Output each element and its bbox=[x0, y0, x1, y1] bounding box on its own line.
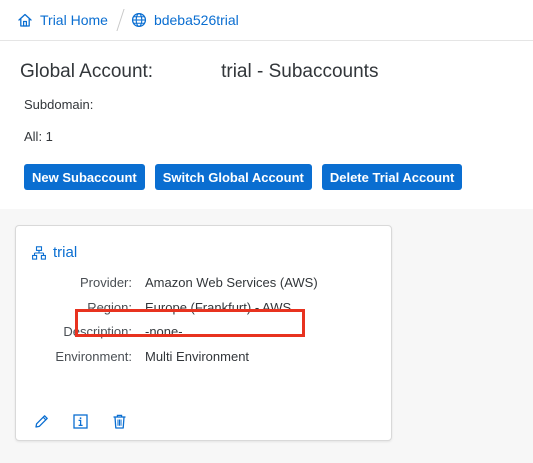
subaccount-tile-footer bbox=[33, 413, 128, 430]
property-row-environment: Environment: Multi Environment bbox=[16, 349, 391, 374]
breadcrumb-separator bbox=[116, 9, 125, 31]
property-value: Amazon Web Services (AWS) bbox=[145, 275, 318, 290]
property-label: Environment: bbox=[55, 348, 132, 364]
hierarchy-icon bbox=[32, 245, 46, 260]
subaccounts-area: trial Provider: Amazon Web Services (AWS… bbox=[0, 209, 533, 463]
region-highlight-box bbox=[75, 309, 305, 337]
breadcrumb: Trial Home bdeba526trial bbox=[0, 0, 533, 41]
property-label: Provider: bbox=[79, 275, 132, 290]
action-toolbar: New Subaccount Switch Global Account Del… bbox=[24, 164, 463, 190]
delete-icon[interactable] bbox=[111, 413, 128, 430]
page: Trial Home bdeba526trial Global Account:… bbox=[0, 0, 533, 463]
breadcrumb-home-link[interactable]: Trial Home bbox=[17, 12, 108, 28]
page-title-prefix: Global Account: bbox=[20, 61, 154, 82]
delete-trial-account-button[interactable]: Delete Trial Account bbox=[321, 164, 463, 190]
info-icon[interactable] bbox=[72, 413, 89, 430]
page-header: Global Account: trial - Subaccounts Subdo… bbox=[0, 41, 533, 209]
switch-global-account-button[interactable]: Switch Global Account bbox=[154, 164, 312, 190]
page-title-suffix: trial - Subaccounts bbox=[221, 61, 379, 82]
property-row-provider: Provider: Amazon Web Services (AWS) bbox=[16, 275, 391, 300]
home-icon bbox=[17, 12, 33, 28]
new-subaccount-button[interactable]: New Subaccount bbox=[24, 164, 145, 190]
subdomain-label: Subdomain: bbox=[24, 97, 94, 112]
globe-icon bbox=[131, 12, 147, 28]
subaccount-count: All: 1 bbox=[24, 129, 53, 144]
breadcrumb-account-link[interactable]: bdeba526trial bbox=[131, 12, 239, 28]
subaccount-tile-title-link[interactable]: trial bbox=[32, 244, 77, 261]
edit-icon[interactable] bbox=[33, 413, 50, 430]
subaccount-name: trial bbox=[53, 244, 78, 261]
page-title: Global Account: trial - Subaccounts bbox=[20, 61, 378, 83]
property-value: Multi Environment bbox=[145, 348, 250, 364]
subaccount-tile[interactable]: trial Provider: Amazon Web Services (AWS… bbox=[15, 225, 392, 441]
breadcrumb-account-label: bdeba526trial bbox=[153, 12, 239, 28]
breadcrumb-home-label: Trial Home bbox=[40, 12, 108, 28]
